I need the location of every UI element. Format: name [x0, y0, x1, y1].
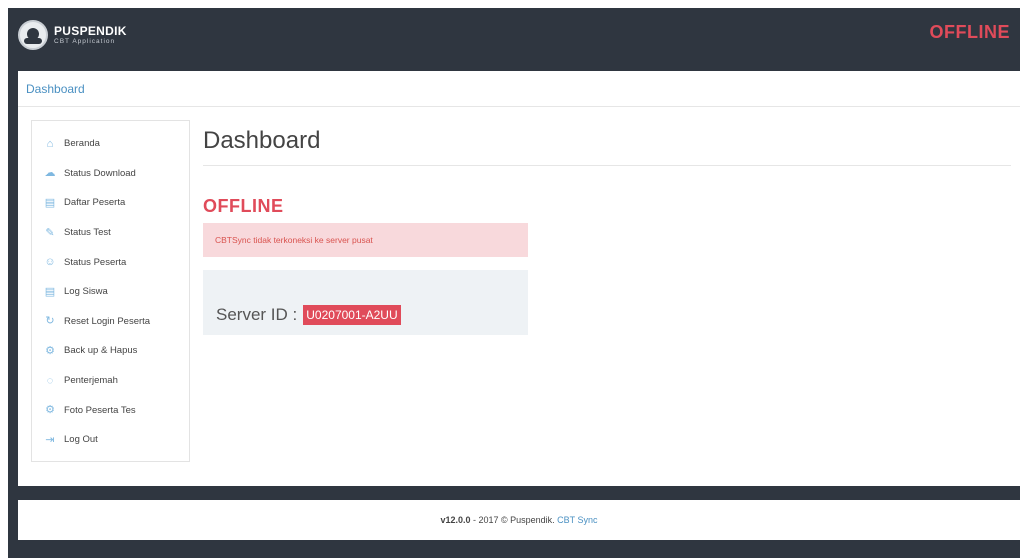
sidebar-item-label: Reset Login Peserta: [64, 315, 151, 327]
content: Dashboard OFFLINE CBTSync tidak terkonek…: [203, 120, 1011, 335]
sidebar-item-label: Penterjemah: [64, 375, 118, 387]
puspendik-logo-icon: [18, 20, 48, 50]
sidebar-item-status-peserta[interactable]: ☺ Status Peserta: [32, 247, 189, 277]
sidebar-item-label: Status Download: [64, 167, 136, 179]
sidebar-item-penterjemah[interactable]: ◌ Penterjemah: [32, 366, 189, 396]
users-icon: ☺: [44, 256, 56, 269]
sidebar-item-label: Status Test: [64, 227, 111, 239]
server-id-badge: U0207001-A2UU: [303, 304, 401, 325]
home-icon: ⌂: [46, 137, 54, 150]
server-id-box: Server ID : U0207001-A2UU: [203, 270, 528, 335]
chat-icon: ◌: [46, 374, 54, 387]
refresh-icon: ↻: [45, 315, 55, 328]
sidebar-item-back-up-hapus[interactable]: ⚙ Back up & Hapus: [32, 336, 189, 366]
sidebar-item-log-siswa[interactable]: ▤ Log Siswa: [32, 277, 189, 307]
folder-icon: ▤: [44, 196, 56, 209]
sidebar-item-beranda[interactable]: ⌂ Beranda: [32, 129, 189, 159]
sidebar-item-foto-peserta-tes[interactable]: ⚙ Foto Peserta Tes: [32, 395, 189, 425]
sidebar-item-status-test[interactable]: ✎ Status Test: [32, 218, 189, 248]
page-title: Dashboard: [203, 120, 1011, 166]
sidebar-item-label: Status Peserta: [64, 256, 127, 268]
offline-alert: CBTSync tidak terkoneksi ke server pusat: [203, 223, 528, 257]
status-heading: OFFLINE: [203, 196, 284, 216]
gear-icon: ⚙: [45, 344, 55, 357]
gear-icon: ⚙: [45, 404, 55, 417]
top-navbar: PUSPENDIK CBT Application OFFLINE: [8, 8, 1020, 62]
sidebar-item-label: Foto Peserta Tes: [64, 404, 136, 416]
brand-text: PUSPENDIK CBT Application: [54, 25, 127, 46]
alert-text: CBTSync tidak terkoneksi ke server pusat: [215, 235, 373, 245]
cloud-download-icon: ☁: [44, 167, 56, 180]
brand-subtitle: CBT Application: [54, 37, 116, 45]
sidebar-item-reset-login-peserta[interactable]: ↻ Reset Login Peserta: [32, 307, 189, 337]
footer-text: - 2017 © Puspendik.: [470, 515, 558, 525]
footer-version: v12.0.0: [440, 515, 471, 525]
sidebar-item-label: Back up & Hapus: [64, 345, 138, 357]
breadcrumb: Dashboard: [18, 71, 1020, 107]
sidebar-item-log-out[interactable]: ⇥ Log Out: [32, 425, 189, 455]
sidebar-item-status-download[interactable]: ☁ Status Download: [32, 159, 189, 189]
sidebar-item-daftar-peserta[interactable]: ▤ Daftar Peserta: [32, 188, 189, 218]
sidebar-item-label: Log Siswa: [64, 286, 108, 298]
logout-icon: ⇥: [45, 433, 55, 446]
server-id-label: Server ID :: [216, 304, 298, 324]
main-panel: Dashboard ⌂ Beranda ☁ Status Download ▤ Dafta…: [18, 71, 1020, 486]
brand[interactable]: PUSPENDIK CBT Application: [18, 20, 127, 50]
sidebar-item-label: Beranda: [64, 138, 100, 150]
folder-icon: ▤: [44, 285, 56, 298]
sidebar: ⌂ Beranda ☁ Status Download ▤ Daftar Peserta ✎…: [31, 120, 190, 462]
footer-link-cbt-sync[interactable]: CBT Sync: [557, 515, 597, 525]
connection-status: OFFLINE: [929, 22, 1010, 42]
breadcrumb-dashboard[interactable]: Dashboard: [26, 82, 85, 96]
footer: v12.0.0 - 2017 © Puspendik. CBT Sync: [18, 500, 1020, 540]
sidebar-item-label: Log Out: [64, 434, 98, 446]
edit-icon: ✎: [45, 226, 55, 239]
sidebar-item-label: Daftar Peserta: [64, 197, 126, 209]
brand-title: PUSPENDIK: [54, 23, 127, 38]
